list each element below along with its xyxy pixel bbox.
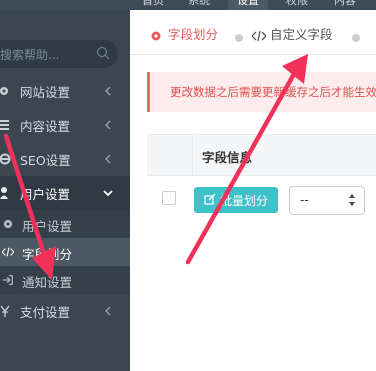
nav-item-system[interactable]: 系统: [188, 0, 210, 10]
alert-message: 更改数据之后需要更新缓存之后才能生效: [147, 72, 376, 112]
code-icon: [252, 30, 266, 41]
list-icon: [0, 120, 9, 130]
gear-icon: [151, 31, 161, 40]
sidebar-item-content-settings[interactable]: 内容设置: [0, 108, 130, 142]
search-box[interactable]: 搜索帮助...: [0, 40, 118, 68]
gear-icon: [0, 87, 8, 95]
chevron-left-icon: [105, 86, 111, 96]
main-content: 字段划分 自定义字段 更改数据之后需要更新缓存之后才能生效 字段信息 批量划分 …: [130, 10, 376, 371]
search-input[interactable]: 搜索帮助...: [0, 46, 59, 63]
sidebar-item-seo-settings[interactable]: SEO设置: [0, 142, 130, 176]
sidebar-item-label: 网站设置: [20, 85, 71, 100]
submenu-item-label: 通知设置: [22, 275, 73, 290]
nav-item-content[interactable]: 内容: [334, 0, 356, 10]
sidebar-item-label: SEO设置: [20, 153, 71, 168]
sidebar: 搜索帮助... 网站设置 内容设置 SEO设置 用户设置 用户设置 字段划分 通…: [0, 10, 130, 371]
alert-text: 更改数据之后需要更新缓存之后才能生效: [170, 85, 376, 99]
sidebar-item-payment-settings[interactable]: 支付设置: [0, 294, 130, 328]
table-header: 字段信息: [147, 134, 376, 176]
chevron-down-icon: [103, 190, 113, 197]
tab-bar: 字段划分 自定义字段: [130, 10, 376, 55]
nav-item-permissions[interactable]: 权限: [286, 0, 308, 10]
edit-icon: [204, 193, 216, 205]
submenu-item-user-settings[interactable]: 用户设置: [0, 210, 130, 238]
ie-icon: [0, 153, 11, 165]
nav-item-settings[interactable]: 设置: [228, 0, 268, 10]
sidebar-item-label: 支付设置: [20, 305, 71, 320]
gear-icon: [4, 220, 12, 228]
select-all-checkbox[interactable]: [162, 191, 176, 205]
chevron-left-icon: [105, 306, 111, 316]
chevron-left-icon: [105, 154, 111, 164]
batch-divide-label: 批量划分: [220, 194, 269, 208]
tab-separator-dot: [352, 34, 360, 42]
search-icon[interactable]: [96, 46, 110, 60]
tab-label: 自定义字段: [269, 27, 333, 42]
sidebar-item-label: 内容设置: [20, 119, 71, 134]
tab-custom-fields[interactable]: 自定义字段: [252, 24, 333, 43]
column-divider: [192, 135, 193, 175]
tab-field-division[interactable]: 字段划分: [150, 24, 218, 43]
sidebar-item-label: 用户设置: [20, 187, 71, 202]
tab-label: 字段划分: [167, 27, 218, 42]
select-value: --: [300, 193, 309, 207]
top-nav: 首页 系统 设置 权限 内容: [0, 0, 376, 10]
batch-divide-button[interactable]: 批量划分: [194, 187, 278, 213]
select-arrows-icon: [349, 194, 355, 206]
chevron-left-icon: [105, 120, 111, 130]
submenu-item-field-division[interactable]: 字段划分: [0, 238, 130, 266]
submenu-item-notification-settings[interactable]: 通知设置: [0, 266, 130, 294]
field-group-select[interactable]: --: [289, 186, 365, 215]
yen-icon: [0, 305, 10, 317]
code-icon: [2, 247, 14, 257]
tab-separator-dot: [235, 34, 243, 42]
login-icon: [2, 275, 13, 285]
user-icon: [0, 187, 8, 199]
column-header-field-info: 字段信息: [202, 150, 253, 165]
page: 首页 系统 设置 权限 内容 搜索帮助... 网站设置 内容设置 SEO设置 用…: [0, 0, 376, 371]
sidebar-item-user-settings[interactable]: 用户设置: [0, 176, 130, 210]
submenu-item-label: 用户设置: [22, 219, 73, 234]
nav-item-home[interactable]: 首页: [142, 0, 164, 10]
submenu: 用户设置 字段划分 通知设置: [0, 210, 130, 294]
sidebar-item-site-settings[interactable]: 网站设置: [0, 74, 130, 108]
submenu-item-label: 字段划分: [22, 247, 73, 262]
